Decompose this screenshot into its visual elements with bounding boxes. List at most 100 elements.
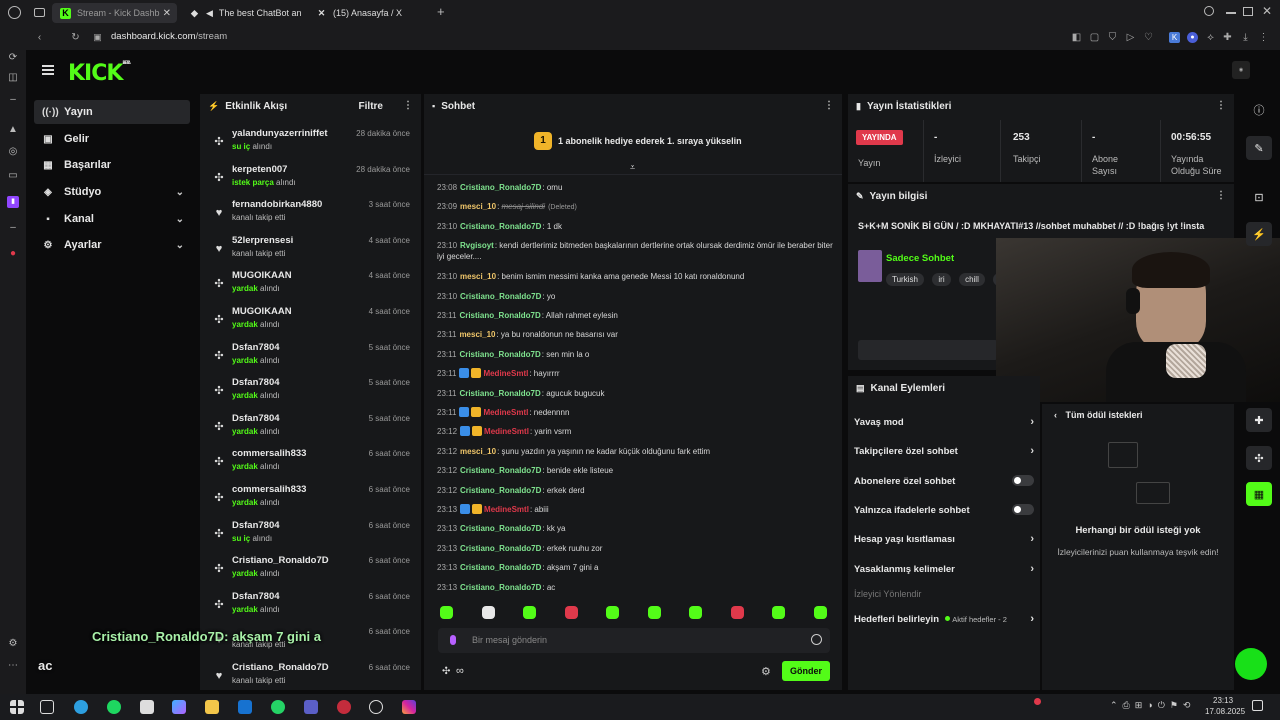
translate-icon[interactable]: ⟡ (1205, 32, 1216, 43)
start-icon[interactable] (10, 700, 24, 714)
instagram-icon[interactable] (402, 700, 416, 714)
tools-panel-icon[interactable]: ✚ (1246, 408, 1272, 432)
obs-icon[interactable] (369, 700, 383, 714)
event-item[interactable]: ✣ MUGOIKAAN 4 saat önce yardak alındı (210, 304, 410, 338)
heart-icon[interactable]: ♡ (1143, 32, 1154, 43)
tab-chatbot[interactable]: ◆ ◀ The best ChatBot and (181, 3, 301, 23)
chat-message[interactable]: 23:12 Cristiano_Ronaldo7D: erkek derd (437, 485, 837, 496)
message-username[interactable]: Cristiano_Ronaldo7D (460, 563, 541, 572)
message-username[interactable]: MedineSmtl (484, 427, 529, 436)
channel-action-row[interactable]: Hesap yaşı kısıtlaması › (854, 533, 1034, 545)
nav-item-yayin[interactable]: ((·)) Yayın (34, 100, 190, 124)
message-username[interactable]: Cristiano_Ronaldo7D (460, 466, 541, 475)
event-item[interactable]: ✣ Dsfan7804 5 saat önce yardak alındı (210, 375, 410, 409)
channel-action-row[interactable]: Takipçilere özel sohbet › (854, 445, 1034, 457)
explorer-icon[interactable] (205, 700, 219, 714)
tag[interactable]: chill (959, 273, 985, 286)
event-username[interactable]: Dsfan7804 (232, 591, 280, 602)
chat-message[interactable]: 23:11 Cristiano_Ronaldo7D: agucuk bugucuk (437, 388, 837, 399)
message-username[interactable]: MedineSmtl (483, 369, 528, 378)
chat-message[interactable]: 23:10 Cristiano_Ronaldo7D: yo (437, 291, 837, 302)
channel-action-row[interactable]: Yalnızca ifadelerle sohbet (854, 503, 1034, 516)
url-field[interactable]: dashboard.kick.com/stream (111, 31, 227, 42)
copilot-icon[interactable] (172, 700, 186, 714)
event-item[interactable]: ✣ yalandunyazerriniffet 28 dakika önce su i… (210, 126, 410, 160)
event-username[interactable]: MUGOIKAAN (232, 270, 292, 281)
emote-icon[interactable] (481, 606, 495, 619)
whatsapp-icon[interactable] (271, 700, 285, 714)
tag[interactable]: Turkish (886, 273, 924, 286)
message-username[interactable]: Cristiano_Ronaldo7D (459, 350, 540, 359)
emote-icon[interactable] (440, 606, 453, 619)
set-goals-row[interactable]: Hedefleri belirleyin Aktif hedefler - 2 … (854, 613, 1034, 625)
message-username[interactable]: mesci_10 (460, 272, 496, 281)
more-options-icon[interactable]: ⋮ (1216, 100, 1226, 111)
emote-icon[interactable] (647, 606, 661, 619)
chat-message[interactable]: 23:11 MedineSmtl: hayırrrr (437, 368, 837, 379)
nav-item-studyo[interactable]: ◈ Stüdyo ⌄ (34, 180, 190, 204)
chat-message[interactable]: 23:09 mesci_10: mesaj silindi (Deleted) (437, 201, 837, 213)
reload-icon[interactable]: ↻ (70, 32, 81, 43)
gift-sub-banner[interactable]: 1 1 abonelik hediye ederek 1. sıraya yük… (534, 132, 742, 150)
event-username[interactable]: Cristiano_Ronaldo7D (232, 555, 329, 566)
teams-icon[interactable] (304, 700, 318, 714)
event-item[interactable]: ✣ commersalih833 6 saat önce yardak alındı (210, 446, 410, 480)
tab-kick-dashboard[interactable]: K Stream - Kick Dashb ✕ (52, 3, 177, 23)
kick-logo[interactable]: KICKBETA (68, 60, 131, 86)
chat-message[interactable]: 23:12 MedineSmtl: yarin vsrm (437, 426, 837, 437)
messenger-icon[interactable]: ◫ (7, 72, 19, 84)
capture-icon[interactable]: ⊡ (1246, 185, 1272, 209)
event-item[interactable]: ✣ Dsfan7804 5 saat önce yardak alındı (210, 411, 410, 445)
event-item[interactable]: ✣ Dsfan7804 6 saat önce yardak alındı (210, 589, 410, 623)
chat-message[interactable]: 23:10 Cristiano_Ronaldo7D: 1 dk (437, 221, 837, 232)
chat-input[interactable]: Bir mesaj gönderin (438, 628, 830, 653)
arrow-icon[interactable]: ▲ (7, 124, 19, 136)
channel-action-row[interactable]: Abonelere özel sohbet (854, 474, 1034, 487)
edit-icon[interactable]: ✎ (1246, 136, 1272, 160)
event-username[interactable]: commersalih833 (232, 484, 306, 495)
download-icon[interactable]: ⤓ (1240, 32, 1251, 43)
tag[interactable]: iri (932, 273, 951, 286)
message-username[interactable]: Cristiano_Ronaldo7D (460, 544, 541, 553)
outlook-icon[interactable] (238, 700, 252, 714)
event-username[interactable]: Cristiano_Ronaldo7D (232, 662, 329, 673)
nav-item-kanal[interactable]: ▪ Kanal ⌄ (34, 207, 190, 231)
clip-icon[interactable]: ▦ (1246, 482, 1272, 506)
menu-icon[interactable]: ⋮ (1258, 32, 1269, 43)
record-icon[interactable]: ● (7, 248, 19, 260)
event-username[interactable]: commersalih833 (232, 448, 306, 459)
event-username[interactable]: yalandunyazerriniffet (232, 128, 328, 139)
maximize-icon[interactable] (1243, 7, 1253, 16)
chat-message[interactable]: 23:11 mesci_10: ya bu ronaldonun ne basar… (437, 329, 837, 340)
user-avatar[interactable]: ◉ (1232, 61, 1250, 79)
minimize-icon[interactable] (1226, 12, 1236, 14)
message-username[interactable]: Cristiano_Ronaldo7D (460, 222, 541, 231)
chat-message[interactable]: 23:11 Cristiano_Ronaldo7D: Allah rahmet e… (437, 310, 837, 321)
back-to-rewards[interactable]: ‹ Tüm ödül istekleri (1054, 410, 1143, 420)
toggle-switch[interactable] (1012, 503, 1034, 515)
extension-icon[interactable]: K (1169, 32, 1180, 43)
rewards-panel-icon[interactable]: ✣ (1246, 446, 1272, 470)
browser-icon[interactable] (337, 700, 351, 714)
event-item[interactable]: ♥ 52lerprensesi 4 saat önce kanalı takip et… (210, 233, 410, 267)
task-view-icon[interactable] (40, 700, 54, 714)
toggle-switch[interactable] (1012, 474, 1034, 486)
close-window-icon[interactable]: ✕ (1262, 4, 1272, 18)
event-username[interactable]: Dsfan7804 (232, 413, 280, 424)
event-username[interactable]: kerpeten007 (232, 164, 287, 175)
chat-message[interactable]: 23:11 Cristiano_Ronaldo7D: sen min la o (437, 349, 837, 360)
shield-icon[interactable]: ⛉ (1107, 32, 1118, 43)
emote-icon[interactable] (564, 606, 578, 619)
event-item[interactable]: ✣ kerpeten007 28 dakika önce istek parça al… (210, 162, 410, 196)
back-icon[interactable]: ‹ (34, 32, 45, 43)
message-username[interactable]: Cristiano_Ronaldo7D (460, 183, 541, 192)
event-username[interactable]: Dsfan7804 (232, 342, 280, 353)
chat-message[interactable]: 23:10 Rvgisoyt: kendi dertlerimiz bitmede… (437, 240, 837, 262)
chat-message[interactable]: 23:13 Cristiano_Ronaldo7D: kk ya (437, 523, 837, 534)
message-username[interactable]: MedineSmtl (483, 408, 528, 417)
screenshot-icon[interactable]: ▢ (1089, 32, 1100, 43)
event-username[interactable]: MUGOIKAAN (232, 306, 292, 317)
emote-icon[interactable] (606, 606, 619, 619)
notifications-icon[interactable] (1252, 700, 1263, 711)
workspaces-icon[interactable] (34, 8, 45, 17)
